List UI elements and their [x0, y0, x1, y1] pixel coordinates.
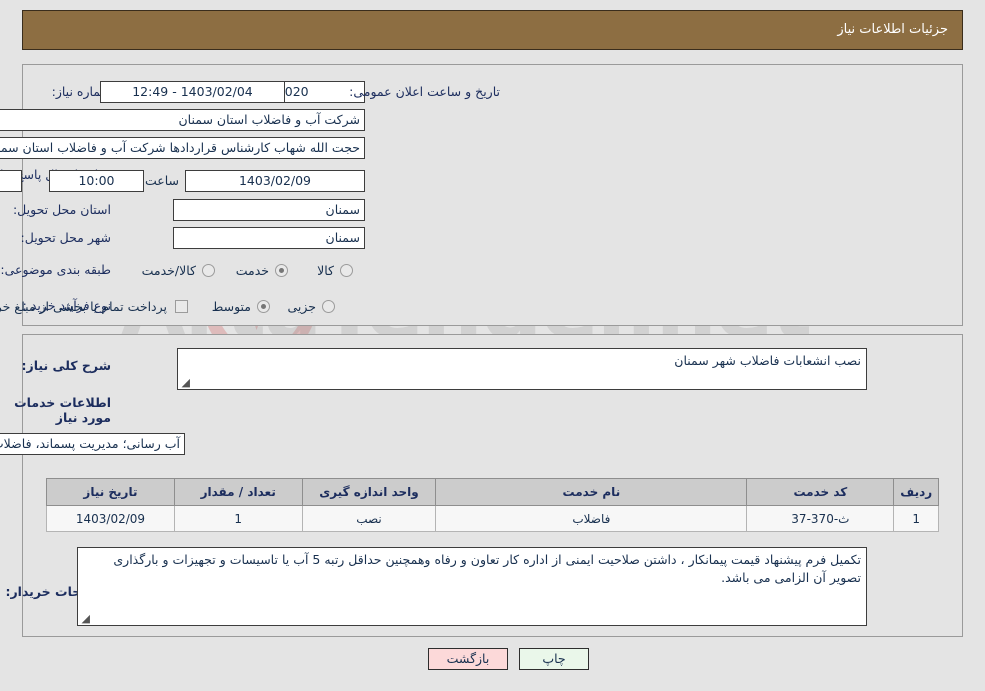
general-description-textarea[interactable]: نصب انشعابات فاضلاب شهر سمنان ◢: [177, 348, 867, 390]
general-description-label: شرح کلی نیاز:: [21, 358, 111, 373]
classification-label: طبقه بندی موضوعی:: [0, 262, 111, 277]
table-row: 1 ث-370-37 فاضلاب نصب 1 1403/02/09: [46, 505, 939, 532]
radio-process-motevaset-label: متوسط: [211, 299, 251, 314]
treasury-bonds-checkbox[interactable]: [175, 300, 188, 313]
buyer-notes-value: تکمیل فرم پیشنهاد قیمت پیمانکار ، داشتن …: [113, 552, 861, 585]
col-service-name: نام خدمت: [435, 478, 748, 506]
remaining-days-value: 4: [0, 170, 22, 192]
col-unit: واحد اندازه گیری: [301, 478, 437, 506]
col-need-date: تاریخ نیاز: [46, 478, 175, 506]
radio-process-jozi-label: جزیی: [287, 299, 316, 314]
cell-quantity: 1: [173, 505, 303, 532]
col-row-no: ردیف: [893, 478, 939, 506]
radio-classification-khedmat-label: خدمت: [235, 263, 269, 278]
services-table: ردیف کد خدمت نام خدمت واحد اندازه گیری ت…: [46, 478, 939, 532]
city-value: سمنان: [173, 227, 365, 249]
cell-need-date: 1403/02/09: [46, 505, 175, 532]
buyer-org-value: شرکت آب و فاضلاب استان سمنان: [0, 109, 365, 131]
province-label: استان محل تحویل:: [12, 202, 111, 217]
resize-grip-icon[interactable]: ◢: [180, 377, 190, 388]
cell-service-code: ث-370-37: [746, 505, 895, 532]
radio-process-jozi[interactable]: [322, 300, 335, 313]
print-button[interactable]: چاپ: [519, 648, 589, 670]
cell-unit: نصب: [301, 505, 437, 532]
cell-row-no: 1: [893, 505, 939, 532]
radio-classification-kala[interactable]: [340, 264, 353, 277]
need-summary-panel: [22, 64, 963, 326]
service-group-value: آب رسانی؛ مدیریت پسماند، فاضلاب و فعالیت…: [0, 433, 185, 455]
page-header-bar: جزئیات اطلاعات نیاز: [22, 10, 963, 50]
radio-process-motevaset[interactable]: [257, 300, 270, 313]
col-quantity: تعداد / مقدار: [173, 478, 303, 506]
deadline-hour-label: ساعت: [144, 173, 179, 188]
announce-datetime-label: تاریخ و ساعت اعلان عمومی:: [349, 84, 500, 99]
requester-value: حجت الله شهاب کارشناس قراردادها شرکت آب …: [0, 137, 365, 159]
back-button[interactable]: بازگشت: [428, 648, 508, 670]
radio-classification-kala-khedmat[interactable]: [202, 264, 215, 277]
city-label: شهر محل تحویل:: [20, 230, 111, 245]
page-title: جزئیات اطلاعات نیاز: [837, 22, 948, 37]
general-description-value: نصب انشعابات فاضلاب شهر سمنان: [674, 353, 861, 368]
buyer-notes-textarea[interactable]: تکمیل فرم پیشنهاد قیمت پیمانکار ، داشتن …: [77, 547, 867, 626]
announce-datetime-value: 1403/02/04 - 12:49: [100, 81, 285, 103]
province-value: سمنان: [173, 199, 365, 221]
services-section-heading: اطلاعات خدمات مورد نیاز: [14, 395, 111, 425]
radio-classification-kala-khedmat-label: کالا/خدمت: [141, 263, 196, 278]
table-header-row: ردیف کد خدمت نام خدمت واحد اندازه گیری ت…: [46, 478, 939, 506]
deadline-time-value: 10:00: [49, 170, 144, 192]
resize-grip-icon[interactable]: ◢: [80, 613, 90, 624]
radio-classification-khedmat[interactable]: [275, 264, 288, 277]
treasury-bonds-note: پرداخت تمام یا بخشی از مبلغ خرید،از محل …: [0, 299, 167, 314]
cell-service-name: فاضلاب: [435, 505, 748, 532]
deadline-date-value: 1403/02/09: [185, 170, 365, 192]
col-service-code: کد خدمت: [746, 478, 895, 506]
radio-classification-kala-label: کالا: [317, 263, 334, 278]
